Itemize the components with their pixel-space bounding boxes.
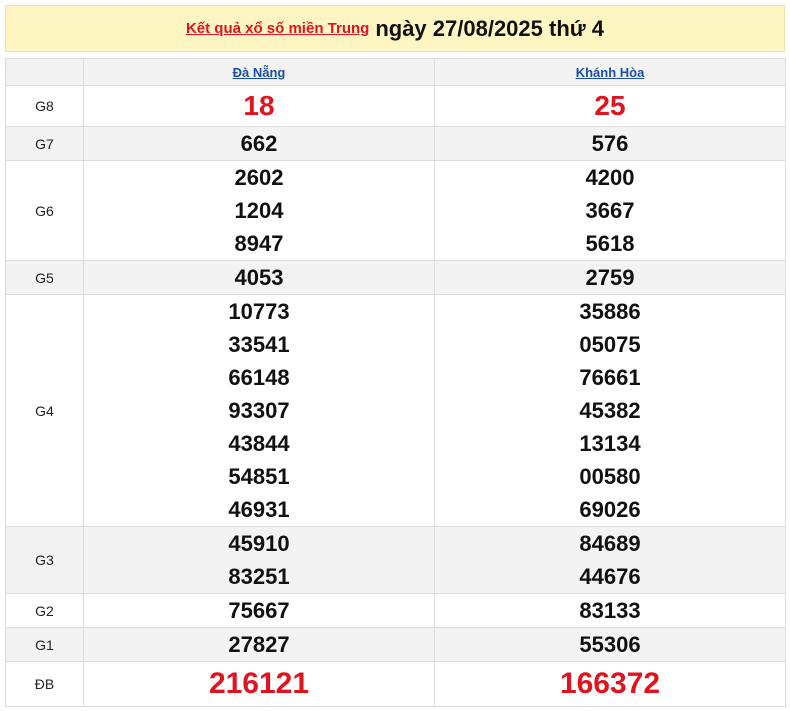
prize-number: 69026: [579, 497, 641, 522]
prize-number: 43844: [228, 431, 290, 456]
prize-number: 576: [591, 131, 629, 156]
prize-cell-da-nang: 662: [83, 126, 435, 161]
prize-number: 83133: [579, 598, 641, 623]
prize-cell-khanh-hoa: 83133: [434, 593, 786, 628]
prize-number: 75667: [228, 598, 290, 623]
prize-number: 44676: [579, 564, 641, 589]
prize-number: 5618: [585, 231, 635, 256]
prize-row-g4: G4 10773 33541 66148 93307 43844 54851 4…: [5, 294, 786, 527]
prize-label: G8: [5, 85, 84, 127]
prize-number: 35886: [579, 299, 641, 324]
prize-cell-khanh-hoa: 576: [434, 126, 786, 161]
prize-cell-da-nang: 45910 83251: [83, 526, 435, 594]
prize-number: 18: [243, 90, 275, 121]
prize-number: 8947: [234, 231, 284, 256]
prize-label: G5: [5, 260, 84, 295]
prize-number: 54851: [228, 464, 290, 489]
prize-label: G2: [5, 593, 84, 628]
prize-number: 84689: [579, 531, 641, 556]
province-header-row: Đà Nẵng Khánh Hòa: [5, 58, 786, 86]
prize-number: 10773: [228, 299, 290, 324]
prize-number: 27827: [228, 632, 290, 657]
prize-cell-da-nang: 18: [83, 85, 435, 127]
prize-row-g5: G5 4053 2759: [5, 260, 786, 295]
prize-cell-da-nang: 4053: [83, 260, 435, 295]
prize-row-g3: G3 45910 83251 84689 44676: [5, 526, 786, 594]
prize-number: 33541: [228, 332, 290, 357]
prize-label: G3: [5, 526, 84, 594]
prize-cell-khanh-hoa: 25: [434, 85, 786, 127]
prize-row-g2: G2 75667 83133: [5, 593, 786, 628]
prize-label: ĐB: [5, 661, 84, 707]
special-prize-number: 216121: [208, 667, 310, 700]
prize-number: 55306: [579, 632, 641, 657]
prize-cell-da-nang: 2602 1204 8947: [83, 160, 435, 261]
prize-cell-da-nang: 216121: [83, 661, 435, 707]
prize-number: 2759: [585, 265, 635, 290]
prize-number: 1204: [234, 198, 284, 223]
prize-cell-khanh-hoa: 4200 3667 5618: [434, 160, 786, 261]
province-link-khanh-hoa[interactable]: Khánh Hòa: [576, 65, 645, 80]
prize-number: 45382: [579, 398, 641, 423]
region-results-link[interactable]: Kết quả xổ số miền Trung: [186, 20, 369, 37]
prize-number: 45910: [228, 531, 290, 556]
prize-cell-khanh-hoa: 2759: [434, 260, 786, 295]
province-header-khanh-hoa: Khánh Hòa: [434, 58, 786, 86]
prize-cell-khanh-hoa: 55306: [434, 627, 786, 662]
province-header-da-nang: Đà Nẵng: [83, 58, 435, 86]
prize-number: 83251: [228, 564, 290, 589]
prize-number: 76661: [579, 365, 641, 390]
prize-number: 00580: [579, 464, 641, 489]
prize-number: 93307: [228, 398, 290, 423]
prize-cell-da-nang: 75667: [83, 593, 435, 628]
prize-row-g8: G8 18 25: [5, 85, 786, 127]
province-link-da-nang[interactable]: Đà Nẵng: [233, 65, 286, 80]
prize-number: 13134: [579, 431, 641, 456]
prize-row-special: ĐB 216121 166372: [5, 661, 786, 707]
prize-number: 2602: [234, 165, 284, 190]
prize-number: 25: [594, 90, 626, 121]
prize-cell-khanh-hoa: 166372: [434, 661, 786, 707]
corner-cell: [5, 58, 84, 86]
prize-label: G7: [5, 126, 84, 161]
prize-label: G1: [5, 627, 84, 662]
prize-row-g1: G1 27827 55306: [5, 627, 786, 662]
prize-cell-da-nang: 27827: [83, 627, 435, 662]
prize-number: 05075: [579, 332, 641, 357]
special-prize-number: 166372: [559, 667, 661, 700]
prize-label: G4: [5, 294, 84, 527]
prize-number: 3667: [585, 198, 635, 223]
prize-cell-da-nang: 10773 33541 66148 93307 43844 54851 4693…: [83, 294, 435, 527]
prize-number: 662: [240, 131, 278, 156]
results-header: Kết quả xổ số miền Trung ngày 27/08/2025…: [5, 5, 785, 52]
prize-number: 66148: [228, 365, 290, 390]
results-table: Đà Nẵng Khánh Hòa G8 18 25 G7 662 576 G6…: [5, 58, 786, 707]
draw-date: ngày 27/08/2025 thứ 4: [375, 15, 605, 41]
prize-cell-khanh-hoa: 84689 44676: [434, 526, 786, 594]
prize-number: 4053: [234, 265, 284, 290]
prize-label: G6: [5, 160, 84, 261]
prize-number: 46931: [228, 497, 290, 522]
prize-row-g7: G7 662 576: [5, 126, 786, 161]
prize-row-g6: G6 2602 1204 8947 4200 3667 5618: [5, 160, 786, 261]
prize-cell-khanh-hoa: 35886 05075 76661 45382 13134 00580 6902…: [434, 294, 786, 527]
prize-number: 4200: [585, 165, 635, 190]
